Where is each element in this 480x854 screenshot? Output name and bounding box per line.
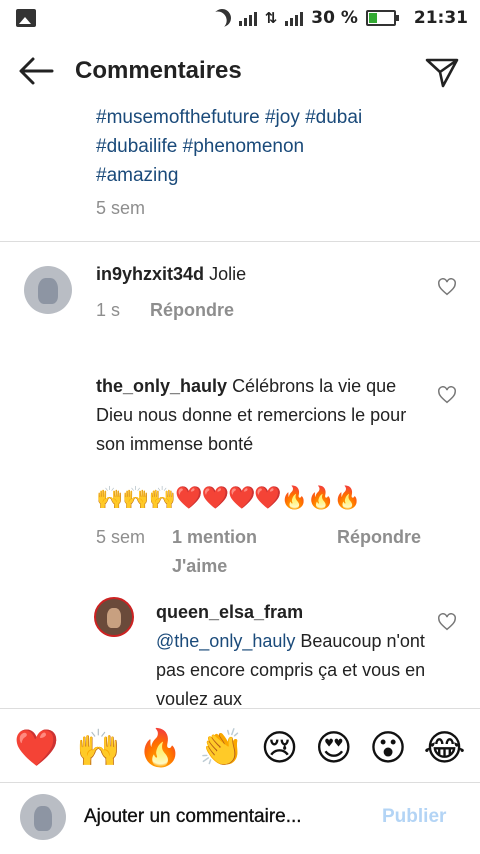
reaction-heart-button[interactable]: ❤️	[14, 727, 59, 769]
data-transfer-icon: ⇅	[264, 9, 278, 27]
comment-input[interactable]: Ajouter un commentaire...	[84, 806, 302, 828]
comment-username[interactable]: queen_elsa_fram	[156, 598, 426, 627]
divider	[0, 782, 480, 783]
comment-username[interactable]: the_only_hauly	[96, 376, 227, 396]
comment-mention[interactable]: @the_only_hauly	[156, 631, 295, 651]
status-bar: ⇅ 30 % 21:31	[0, 0, 480, 36]
divider	[0, 708, 480, 709]
comment-text-row: in9yhzxit34d Jolie	[96, 264, 416, 285]
send-icon[interactable]	[424, 56, 460, 88]
likes-count[interactable]: 1 mention J'aime	[172, 523, 282, 581]
divider	[0, 241, 480, 242]
publish-button[interactable]: Publier	[382, 806, 446, 828]
signal-icon	[238, 10, 257, 26]
clock: 21:31	[413, 8, 468, 28]
page-title: Commentaires	[75, 57, 242, 84]
app-bar: Commentaires	[0, 36, 480, 106]
avatar[interactable]	[94, 597, 134, 637]
arrow-left-icon[interactable]	[18, 56, 54, 86]
reaction-raised-hands-button[interactable]: 🙌	[76, 727, 121, 769]
comment-text-row: queen_elsa_fram @the_only_hauly Beaucoup…	[156, 598, 426, 708]
hashtags-line[interactable]: #dubailife #phenomenon	[96, 132, 436, 161]
comment-text: Jolie	[209, 264, 247, 284]
heart-icon[interactable]	[437, 386, 457, 404]
heart-icon[interactable]	[437, 278, 457, 296]
heart-icon[interactable]	[437, 613, 457, 631]
comment-time: 1 s	[96, 300, 121, 320]
avatar[interactable]	[24, 266, 72, 314]
reaction-cry-button[interactable]: 😢	[261, 728, 299, 769]
comment-text-row: the_only_hauly Célébrons la vie que Dieu…	[96, 372, 414, 459]
hashtags-line[interactable]: #amazing	[96, 161, 436, 190]
reaction-laugh-button[interactable]: 😂	[424, 728, 466, 769]
reaction-bar: ❤️ 🙌 🔥 👏 😢 😍 😮 😂	[0, 720, 480, 776]
status-right: ⇅ 30 % 21:31	[213, 6, 468, 30]
comment-time: 5 sem	[96, 527, 146, 547]
reply-button[interactable]: Répondre	[150, 300, 234, 321]
comment-username[interactable]: in9yhzxit34d	[96, 264, 204, 284]
reaction-heart-eyes-button[interactable]: 😍	[315, 728, 353, 769]
caption-hashtags[interactable]: #musemofthefuture #joy #dubai #dubailife…	[96, 103, 436, 190]
reaction-wow-button[interactable]: 😮	[369, 728, 407, 769]
battery-icon	[365, 10, 399, 26]
battery-percent: 30 %	[311, 8, 358, 28]
hashtags-line[interactable]: #musemofthefuture #joy #dubai	[96, 103, 436, 132]
image-icon	[16, 9, 36, 27]
reaction-clap-button[interactable]: 👏	[199, 727, 244, 769]
moon-icon	[209, 6, 234, 31]
caption-time: 5 sem	[96, 198, 146, 218]
signal-icon-2	[285, 10, 304, 26]
reaction-fire-button[interactable]: 🔥	[138, 727, 183, 769]
comment-emoji: 🙌🙌🙌❤️❤️❤️❤️🔥🔥🔥	[96, 486, 361, 511]
reply-button[interactable]: Répondre	[337, 523, 427, 552]
avatar	[20, 794, 66, 840]
